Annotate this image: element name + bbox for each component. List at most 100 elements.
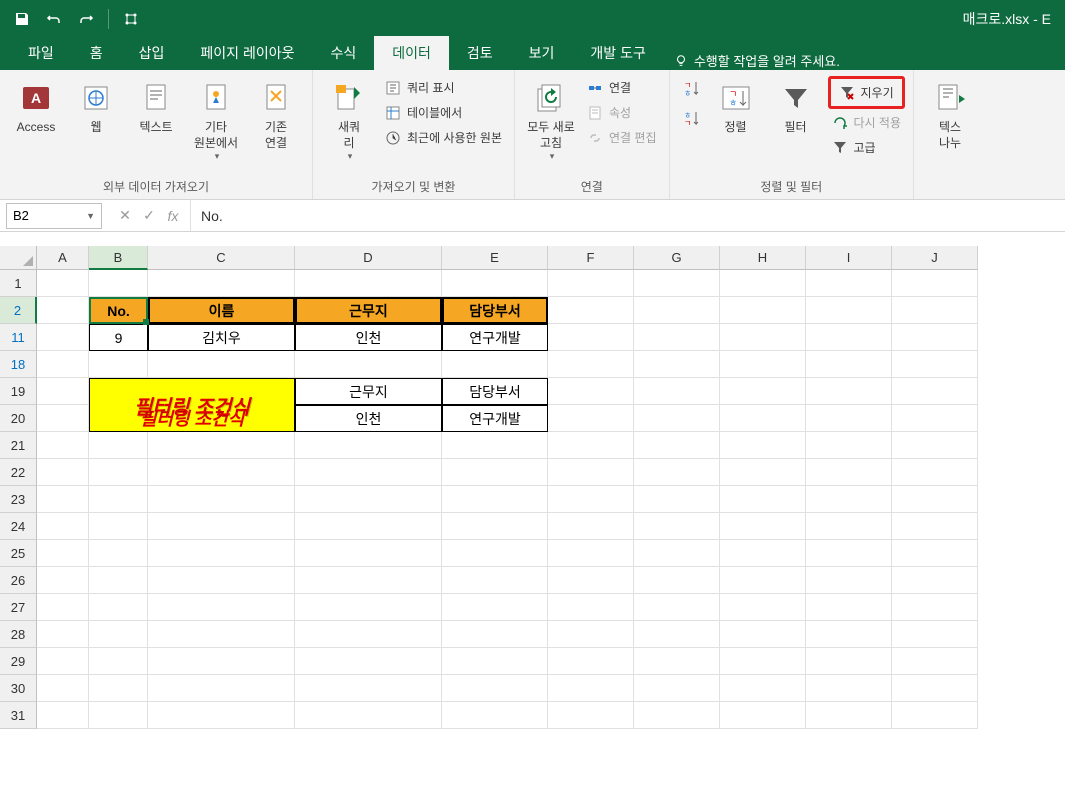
col-header-F[interactable]: F xyxy=(548,246,634,270)
refresh-all-button[interactable]: 모두 새로 고침 xyxy=(523,76,579,166)
cell-D19[interactable]: 근무지 xyxy=(295,378,442,405)
cell[interactable] xyxy=(634,486,720,513)
row-header-24[interactable]: 24 xyxy=(0,513,37,540)
cell[interactable] xyxy=(892,540,978,567)
row-header-2[interactable]: 2 xyxy=(0,297,37,324)
cell[interactable] xyxy=(295,486,442,513)
tab-home[interactable]: 홈 xyxy=(72,36,121,70)
cell[interactable] xyxy=(37,459,89,486)
cell[interactable] xyxy=(806,459,892,486)
cell[interactable] xyxy=(442,621,548,648)
cell[interactable] xyxy=(89,675,148,702)
cell[interactable] xyxy=(634,351,720,378)
cell[interactable] xyxy=(442,540,548,567)
existing-connections-button[interactable]: 기존 연결 xyxy=(248,76,304,155)
col-header-A[interactable]: A xyxy=(37,246,89,270)
cell[interactable] xyxy=(37,594,89,621)
advanced-filter-button[interactable]: 고급 xyxy=(828,136,906,159)
cell[interactable] xyxy=(148,567,295,594)
cell[interactable] xyxy=(148,648,295,675)
cell[interactable] xyxy=(37,432,89,459)
row-header-1[interactable]: 1 xyxy=(0,270,37,297)
cell-E20[interactable]: 연구개발 xyxy=(442,405,548,432)
cell[interactable] xyxy=(89,594,148,621)
cell[interactable] xyxy=(892,513,978,540)
cell[interactable] xyxy=(37,405,89,432)
tell-me-box[interactable]: 수행할 작업을 알려 주세요. xyxy=(664,51,850,70)
cell[interactable] xyxy=(634,459,720,486)
clear-filter-button[interactable]: 지우기 xyxy=(835,81,899,104)
cell[interactable] xyxy=(295,648,442,675)
cell[interactable] xyxy=(442,513,548,540)
cell[interactable] xyxy=(442,351,548,378)
cell[interactable] xyxy=(720,270,806,297)
cell[interactable] xyxy=(720,594,806,621)
row-header-22[interactable]: 22 xyxy=(0,459,37,486)
sort-asc-button[interactable]: ㄱㅎ xyxy=(678,76,704,102)
cell[interactable] xyxy=(295,702,442,729)
tab-view[interactable]: 보기 xyxy=(511,36,573,70)
cell[interactable] xyxy=(148,459,295,486)
col-header-E[interactable]: E xyxy=(442,246,548,270)
cell-filter-label[interactable]: 필터링 조건식 xyxy=(89,405,295,432)
cell[interactable] xyxy=(548,540,634,567)
from-text-button[interactable]: 텍스트 xyxy=(128,76,184,140)
cell[interactable] xyxy=(295,621,442,648)
cell[interactable] xyxy=(634,594,720,621)
tab-file[interactable]: 파일 xyxy=(10,36,72,70)
cell[interactable] xyxy=(148,540,295,567)
cell[interactable] xyxy=(634,297,720,324)
col-header-J[interactable]: J xyxy=(892,246,978,270)
cell[interactable] xyxy=(720,351,806,378)
col-header-D[interactable]: D xyxy=(295,246,442,270)
cell[interactable] xyxy=(89,432,148,459)
row-header-11[interactable]: 11 xyxy=(0,324,37,351)
row-header-23[interactable]: 23 xyxy=(0,486,37,513)
cell[interactable] xyxy=(720,567,806,594)
name-box[interactable]: B2 ▼ xyxy=(6,203,102,229)
tab-review[interactable]: 검토 xyxy=(449,36,511,70)
cell[interactable] xyxy=(548,297,634,324)
cell[interactable] xyxy=(720,675,806,702)
cell[interactable] xyxy=(37,351,89,378)
cell[interactable] xyxy=(37,513,89,540)
tab-insert[interactable]: 삽입 xyxy=(121,36,183,70)
cell[interactable] xyxy=(37,675,89,702)
row-header-25[interactable]: 25 xyxy=(0,540,37,567)
cell[interactable] xyxy=(720,405,806,432)
cell[interactable] xyxy=(89,540,148,567)
cell[interactable] xyxy=(892,351,978,378)
cell[interactable] xyxy=(37,648,89,675)
cell[interactable] xyxy=(720,459,806,486)
cell[interactable] xyxy=(442,702,548,729)
cell[interactable] xyxy=(892,270,978,297)
cell[interactable] xyxy=(37,621,89,648)
cell[interactable] xyxy=(37,486,89,513)
cell[interactable] xyxy=(892,567,978,594)
cell[interactable] xyxy=(148,432,295,459)
cell[interactable] xyxy=(634,648,720,675)
col-header-H[interactable]: H xyxy=(720,246,806,270)
cell[interactable] xyxy=(806,567,892,594)
row-header-19[interactable]: 19 xyxy=(0,378,37,405)
cell[interactable] xyxy=(89,459,148,486)
cell[interactable] xyxy=(806,621,892,648)
cell[interactable] xyxy=(548,378,634,405)
cell[interactable] xyxy=(37,540,89,567)
row-header-21[interactable]: 21 xyxy=(0,432,37,459)
connections-button[interactable]: 연결 xyxy=(583,76,661,99)
cell[interactable] xyxy=(37,567,89,594)
redo-button[interactable] xyxy=(72,5,100,33)
cell[interactable] xyxy=(148,702,295,729)
cell-D11[interactable]: 인천 xyxy=(295,324,442,351)
cell[interactable] xyxy=(634,324,720,351)
recent-sources-button[interactable]: 최근에 사용한 원본 xyxy=(381,126,506,149)
cell[interactable] xyxy=(37,324,89,351)
col-header-G[interactable]: G xyxy=(634,246,720,270)
cell[interactable] xyxy=(148,675,295,702)
cell[interactable] xyxy=(806,351,892,378)
cell[interactable] xyxy=(37,702,89,729)
cell[interactable] xyxy=(442,675,548,702)
cell[interactable] xyxy=(548,351,634,378)
cell[interactable] xyxy=(806,540,892,567)
